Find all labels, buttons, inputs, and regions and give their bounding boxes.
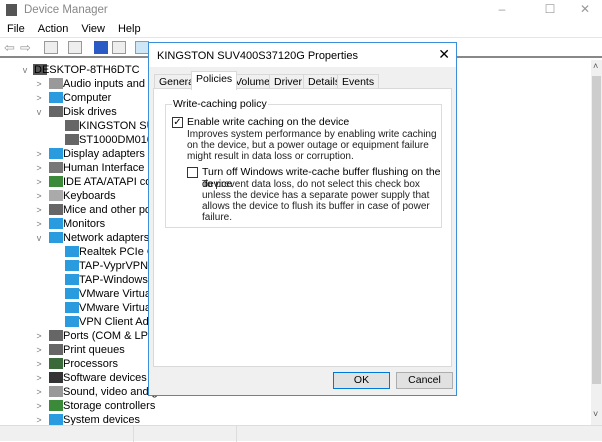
enable-write-caching-checkbox[interactable]: ✓ xyxy=(172,117,183,128)
disk-drive-icon xyxy=(49,106,63,117)
tree-item-label: Software devices xyxy=(63,372,147,384)
status-bar xyxy=(0,425,602,442)
chevron-right-icon[interactable]: > xyxy=(34,77,44,91)
chevron-right-icon[interactable]: > xyxy=(34,161,44,175)
system-device-icon xyxy=(49,414,63,425)
turn-off-buffer-flushing-checkbox[interactable] xyxy=(187,167,198,178)
chevron-right-icon[interactable]: > xyxy=(34,357,44,371)
chevron-right-icon[interactable]: > xyxy=(34,371,44,385)
chevron-right-icon[interactable]: > xyxy=(34,147,44,161)
back-icon[interactable]: ⇦ xyxy=(4,40,15,56)
tree-item-label: Network adapters xyxy=(63,232,150,244)
scroll-up-icon[interactable]: ˄ xyxy=(593,61,598,71)
speaker-icon xyxy=(49,386,63,397)
scan-hardware-icon[interactable] xyxy=(135,41,149,54)
chevron-right-icon[interactable]: > xyxy=(34,91,44,105)
tree-item-label: Display adapters xyxy=(63,148,145,160)
tree-item-label: Print queues xyxy=(63,344,125,356)
network-icon xyxy=(65,260,79,271)
properties-icon[interactable] xyxy=(68,41,82,54)
chevron-right-icon[interactable]: > xyxy=(34,413,44,425)
tree-item-label: Monitors xyxy=(63,218,106,230)
dialog-close-button[interactable]: ✕ xyxy=(438,46,450,63)
tab-events[interactable]: Events xyxy=(337,74,380,89)
monitor-icon xyxy=(49,92,63,103)
device-manager-icon xyxy=(6,4,17,16)
group-label: Write-caching policy xyxy=(172,98,268,110)
ide-controller-icon xyxy=(49,176,63,187)
ok-button[interactable]: OK xyxy=(333,372,390,389)
help-icon[interactable] xyxy=(94,41,108,54)
menu-action[interactable]: Action xyxy=(31,20,75,35)
show-hide-console-tree-icon[interactable] xyxy=(44,41,58,54)
network-icon xyxy=(65,302,79,313)
tree-item-label: Keyboards xyxy=(63,190,116,202)
hid-icon xyxy=(49,162,63,173)
network-icon xyxy=(65,246,79,257)
cancel-button[interactable]: Cancel xyxy=(396,372,453,389)
chevron-right-icon[interactable]: > xyxy=(34,203,44,217)
tab-driver[interactable]: Driver xyxy=(269,74,307,89)
tab-policies[interactable]: Policies xyxy=(191,71,238,90)
disk-drive-icon xyxy=(65,120,79,131)
enable-write-caching-description: Improves system performance by enabling … xyxy=(187,129,437,162)
tree-item-label: System devices xyxy=(63,414,141,425)
processor-icon xyxy=(49,358,63,369)
action-pane-icon[interactable] xyxy=(112,41,126,54)
vertical-scrollbar[interactable]: ˄ ˅ xyxy=(591,60,602,425)
display-adapter-icon xyxy=(49,148,63,159)
close-button[interactable]: ✕ xyxy=(570,2,600,18)
chevron-right-icon[interactable]: > xyxy=(34,189,44,203)
menu-file[interactable]: File xyxy=(0,20,31,35)
window-title: Device Manager xyxy=(24,4,108,16)
storage-controller-icon xyxy=(49,400,63,411)
keyboard-icon xyxy=(49,190,63,201)
menu-bar: File Action View Help xyxy=(0,20,602,38)
monitor-icon xyxy=(49,218,63,229)
tree-item[interactable]: > System devices xyxy=(0,413,591,425)
menu-view[interactable]: View xyxy=(74,20,111,35)
network-icon xyxy=(65,288,79,299)
chevron-down-icon[interactable]: v xyxy=(20,63,30,77)
dialog-title: KINGSTON SUV400S37120G Properties xyxy=(157,50,358,62)
forward-icon[interactable]: ⇨ xyxy=(20,40,31,56)
chevron-right-icon[interactable]: > xyxy=(34,343,44,357)
tree-item-label: Computer xyxy=(63,92,112,104)
disk-drive-icon xyxy=(65,134,79,145)
scroll-down-icon[interactable]: ˅ xyxy=(593,409,598,419)
enable-write-caching-label[interactable]: Enable write caching on the device xyxy=(187,116,349,128)
minimize-button[interactable]: – xyxy=(487,2,517,18)
maximize-button[interactable]: ☐ xyxy=(535,2,565,18)
chevron-right-icon[interactable]: > xyxy=(34,175,44,189)
chevron-right-icon[interactable]: > xyxy=(34,329,44,343)
network-icon xyxy=(65,316,79,327)
tree-item-label: Processors xyxy=(63,358,119,370)
mouse-icon xyxy=(49,204,63,215)
printer-icon xyxy=(49,344,63,355)
policies-panel: Write-caching policy ✓ Enable write cach… xyxy=(153,88,452,367)
turn-off-buffer-flushing-description: To prevent data loss, do not select this… xyxy=(202,179,430,223)
tree-item-label: DESKTOP-8TH6DTC xyxy=(34,64,140,76)
tree-item-label: Disk drives xyxy=(63,106,117,118)
network-icon xyxy=(65,274,79,285)
speaker-icon xyxy=(49,78,63,89)
network-icon xyxy=(49,232,63,243)
chevron-right-icon[interactable]: > xyxy=(34,217,44,231)
port-icon xyxy=(49,330,63,341)
title-bar: Device Manager – ☐ ✕ xyxy=(0,0,602,20)
menu-help[interactable]: Help xyxy=(111,20,147,35)
tree-item-label: Ports (COM & LPT) xyxy=(63,330,159,342)
properties-dialog: KINGSTON SUV400S37120G Properties ✕ Gene… xyxy=(148,42,457,396)
dialog-title-bar: KINGSTON SUV400S37120G Properties ✕ xyxy=(149,43,456,67)
write-caching-group: Write-caching policy ✓ Enable write cach… xyxy=(165,98,442,228)
tree-item-label: Storage controllers xyxy=(63,400,156,412)
software-device-icon xyxy=(49,372,63,383)
chevron-down-icon[interactable]: v xyxy=(34,231,44,245)
tree-item[interactable]: > Storage controllers xyxy=(0,399,591,413)
chevron-right-icon[interactable]: > xyxy=(34,399,44,413)
chevron-down-icon[interactable]: v xyxy=(34,105,44,119)
scroll-thumb[interactable] xyxy=(592,76,601,384)
chevron-right-icon[interactable]: > xyxy=(34,385,44,399)
